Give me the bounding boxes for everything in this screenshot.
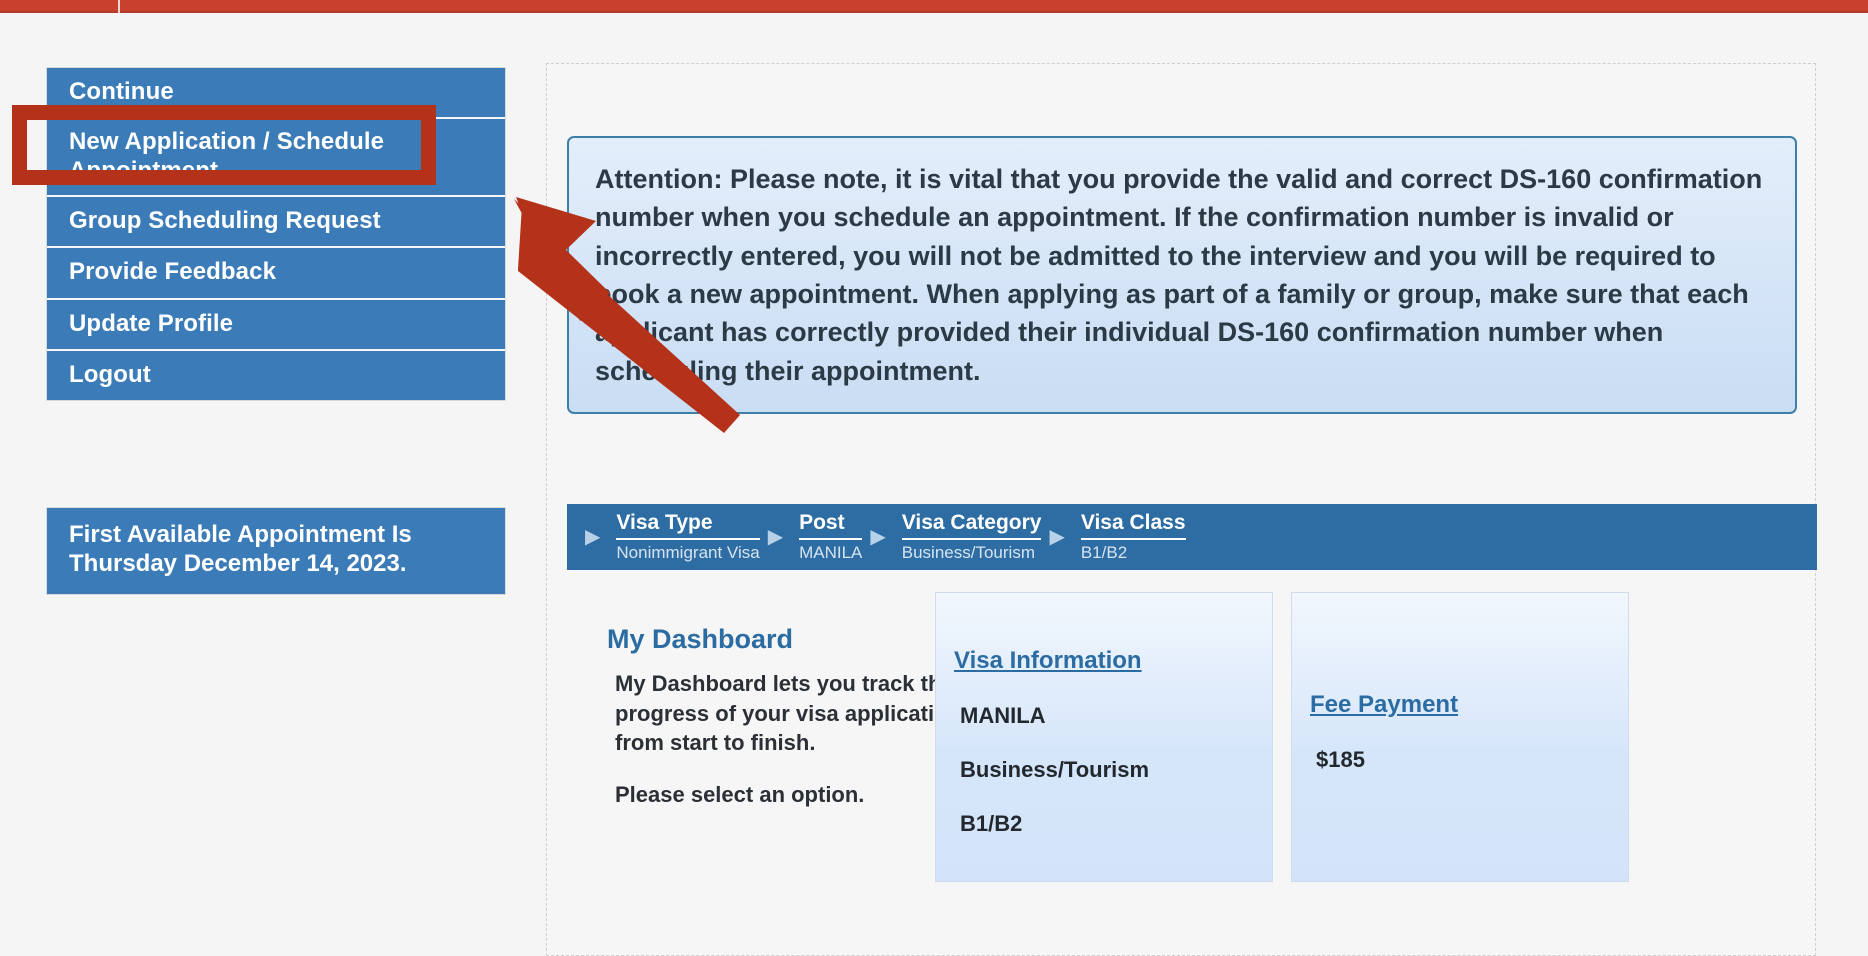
breadcrumb-label: Visa Class (1080, 511, 1186, 540)
main-content-panel: Attention: Please note, it is vital that… (546, 63, 1817, 956)
dashboard-prompt: Please select an option. (615, 782, 865, 808)
card-fee-payment[interactable]: Fee Payment $185 (1291, 592, 1629, 882)
sidebar-item-group-scheduling-request[interactable]: Group Scheduling Request (47, 196, 505, 249)
dashboard-intro: My Dashboard My Dashboard lets you track… (607, 624, 977, 832)
sidebar-nav-menu: Continue New Application / Schedule Appo… (46, 67, 506, 402)
card-link-wrap: Visa Information (954, 647, 1254, 675)
dashboard-description: My Dashboard lets you track the progress… (615, 671, 961, 756)
page-body: Continue New Application / Schedule Appo… (0, 13, 1868, 956)
fee-payment-amount: $185 (1316, 747, 1365, 772)
visa-information-post: MANILA (960, 703, 1046, 728)
chevron-right-icon: ▶ (767, 526, 784, 548)
breadcrumb-step-visa-class[interactable]: Visa Class B1/B2 (1080, 511, 1190, 563)
breadcrumb-value: Business/Tourism (901, 543, 1035, 562)
visa-information-category: Business/Tourism (960, 757, 1150, 782)
sidebar-item-label: Continue (69, 78, 174, 105)
top-bar-notch (118, 0, 120, 13)
visa-information-class: B1/B2 (960, 811, 1023, 836)
page-title: My Dashboard (607, 624, 794, 654)
chevron-right-icon: ▶ (870, 526, 886, 548)
chevron-right-icon: ▶ (585, 526, 601, 548)
sidebar-item-label: Provide Feedback (69, 258, 277, 286)
breadcrumb-step-post[interactable]: Post MANILA (799, 511, 866, 563)
breadcrumb-value: MANILA (799, 543, 863, 562)
first-available-appointment-text: First Available Appointment Is Thursday … (69, 521, 412, 577)
sidebar-item-label: Logout (69, 360, 151, 388)
sidebar-item-update-profile[interactable]: Update Profile (47, 299, 505, 351)
breadcrumb: ▶ Visa Type Nonimmigrant Visa ▶ Post MAN… (567, 504, 1817, 570)
sidebar-item-label: Update Profile (69, 309, 234, 337)
attention-notice-text: Attention: Please note, it is vital that… (595, 164, 1763, 386)
breadcrumb-step-visa-category[interactable]: Visa Category Business/Tourism (901, 511, 1046, 563)
visa-information-link[interactable]: Visa Information (954, 647, 1142, 675)
breadcrumb-value: Nonimmigrant Visa (616, 543, 760, 562)
chevron-right-icon: ▶ (1049, 526, 1065, 548)
breadcrumb-label: Visa Type (616, 511, 760, 540)
sidebar-item-label: Group Scheduling Request (69, 206, 381, 234)
breadcrumb-label: Post (799, 511, 863, 540)
breadcrumb-value: B1/B2 (1080, 543, 1128, 562)
breadcrumb-label: Visa Category (901, 511, 1042, 540)
sidebar-item-provide-feedback[interactable]: Provide Feedback (47, 248, 505, 300)
sidebar-item-new-application-schedule-appointment[interactable]: New Application / Schedule Appointment (47, 119, 505, 197)
breadcrumb-step-visa-type[interactable]: Visa Type Nonimmigrant Visa (616, 511, 763, 563)
attention-notice: Attention: Please note, it is vital that… (567, 136, 1797, 414)
sidebar-item-logout[interactable]: Logout (47, 350, 505, 401)
card-visa-information[interactable]: Visa Information MANILA Business/Tourism… (935, 592, 1273, 882)
sidebar: Continue New Application / Schedule Appo… (46, 67, 506, 402)
sidebar-item-continue[interactable]: Continue (47, 68, 505, 120)
sidebar-item-label: New Application / Schedule Appointment (69, 128, 385, 184)
top-red-bar (0, 0, 1868, 13)
fee-payment-link[interactable]: Fee Payment (1310, 691, 1458, 719)
card-link-wrap: Fee Payment (1310, 691, 1610, 719)
first-available-appointment-banner: First Available Appointment Is Thursday … (46, 507, 506, 595)
